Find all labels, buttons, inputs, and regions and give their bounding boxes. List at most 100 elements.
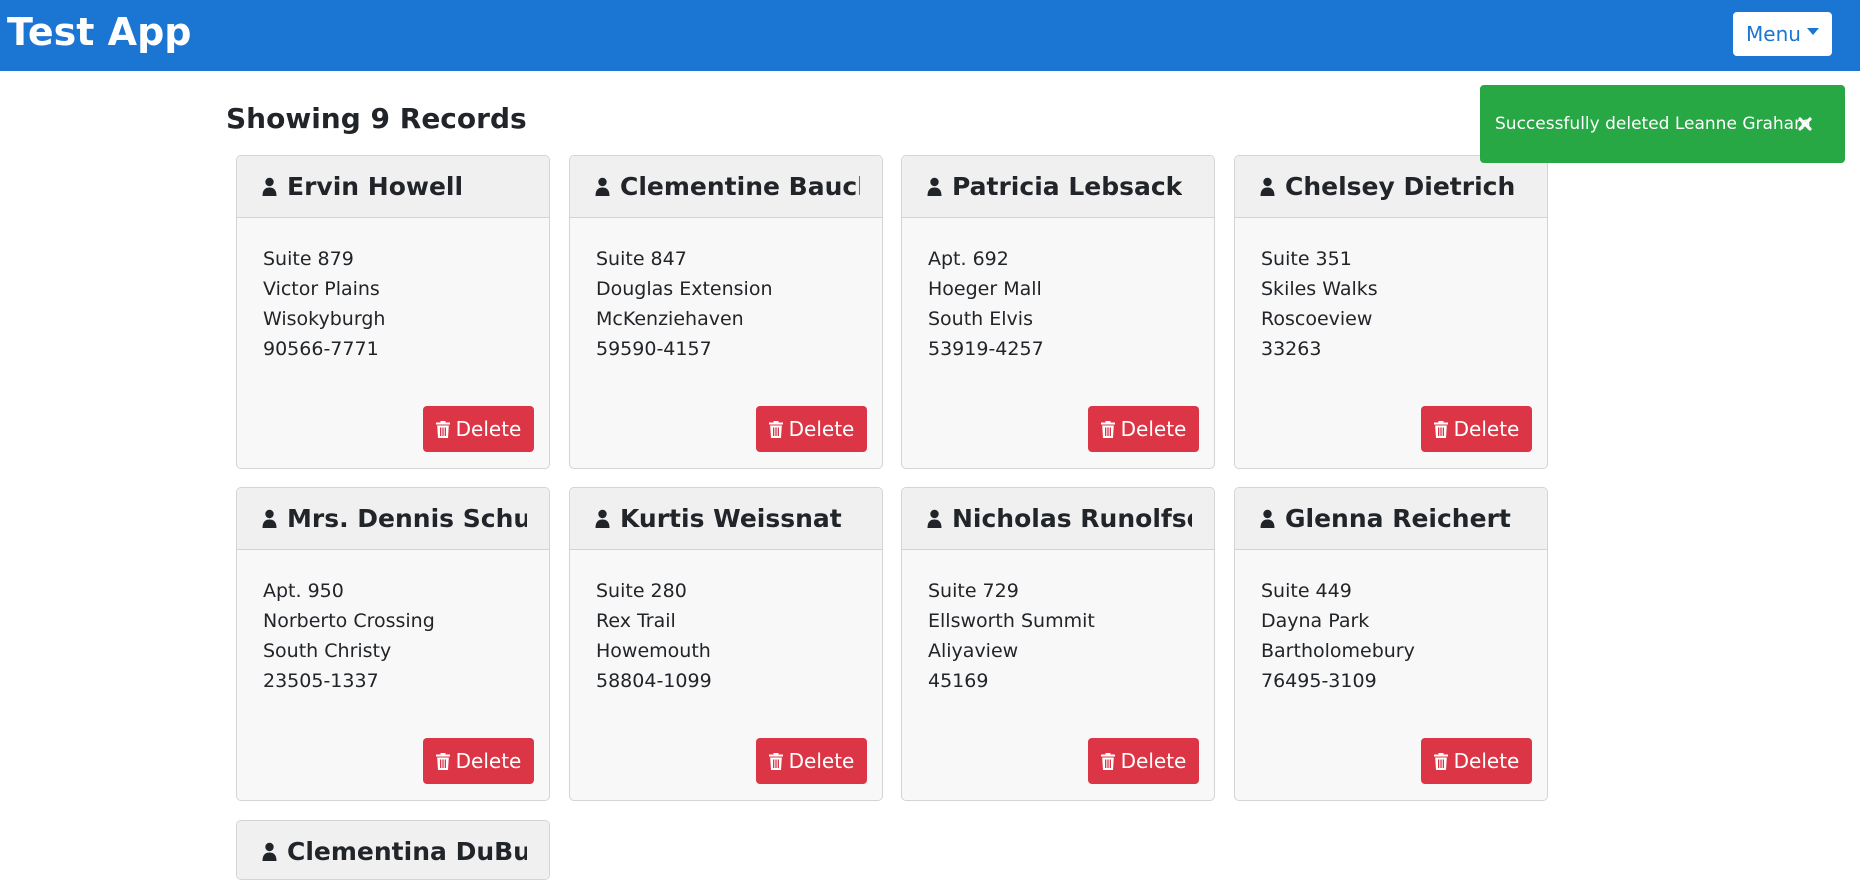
delete-button[interactable]: Delete [1088,738,1199,784]
address-suite: Suite 351 [1261,248,1352,270]
record-card: Mrs. Dennis Schulist Apt. 950 Norberto C… [236,487,550,801]
record-card: Clementina DuBuq... [236,820,550,880]
record-card: Glenna Reichert Suite 449 Dayna Park Bar… [1234,487,1548,801]
trash-icon [1100,420,1115,438]
address-city: South Christy [263,640,392,662]
user-icon [262,177,277,197]
delete-button[interactable]: Delete [1088,406,1199,452]
record-card: Nicholas Runolfsd... Suite 729 Ellsworth… [901,487,1215,801]
menu-label: Menu [1746,22,1801,46]
address-zip: 90566-7771 [263,338,379,360]
trash-icon [768,420,783,438]
card-header: Clementina DuBuq... [237,821,549,879]
trash-icon [1433,420,1448,438]
address-suite: Apt. 950 [263,580,344,602]
delete-button[interactable]: Delete [756,738,867,784]
address-zip: 59590-4157 [596,338,712,360]
card-name: Chelsey Dietrich [1285,171,1516,201]
page-title: Showing 9 Records [226,102,527,135]
address-zip: 76495-3109 [1261,670,1377,692]
delete-label: Delete [1120,417,1187,441]
record-card: Ervin Howell Suite 879 Victor Plains Wis… [236,155,550,469]
address-suite: Suite 879 [263,248,354,270]
delete-label: Delete [788,749,855,773]
trash-icon [1100,752,1115,770]
address-zip: 33263 [1261,338,1322,360]
address-street: Dayna Park [1261,610,1370,632]
card-name: Mrs. Dennis Schulist [287,503,527,533]
card-body: Suite 449 Dayna Park Bartholomebury 7649… [1235,550,1547,696]
card-body: Apt. 692 Hoeger Mall South Elvis 53919-4… [902,218,1214,364]
trash-icon [435,420,450,438]
card-body: Suite 847 Douglas Extension McKenziehave… [570,218,882,364]
user-icon [262,509,277,529]
address-city: Howemouth [596,640,711,662]
record-card: Chelsey Dietrich Suite 351 Skiles Walks … [1234,155,1548,469]
delete-label: Delete [1453,417,1520,441]
address-zip: 53919-4257 [928,338,1044,360]
delete-label: Delete [455,749,522,773]
delete-button[interactable]: Delete [756,406,867,452]
card-name: Kurtis Weissnat [620,503,842,533]
address-city: Aliyaview [928,640,1019,662]
address-street: Rex Trail [596,610,676,632]
address-street: Norberto Crossing [263,610,435,632]
card-header: Nicholas Runolfsd... [902,488,1214,550]
address-zip: 23505-1337 [263,670,379,692]
address-street: Hoeger Mall [928,278,1042,300]
card-body: Suite 729 Ellsworth Summit Aliyaview 451… [902,550,1214,696]
user-icon [262,842,277,862]
address-city: South Elvis [928,308,1033,330]
trash-icon [768,752,783,770]
card-name: Patricia Lebsack [952,171,1183,201]
toast-message: Successfully deleted Leanne Graham [1495,114,1811,134]
delete-label: Delete [1120,749,1187,773]
card-name: Ervin Howell [287,171,464,201]
delete-button[interactable]: Delete [1421,406,1532,452]
record-card: Clementine Bauch Suite 847 Douglas Exten… [569,155,883,469]
menu-dropdown-button[interactable]: Menu [1733,12,1832,56]
user-icon [927,509,942,529]
address-suite: Suite 847 [596,248,687,270]
card-header: Chelsey Dietrich [1235,156,1547,218]
delete-button[interactable]: Delete [423,738,534,784]
address-street: Victor Plains [263,278,380,300]
address-city: Wisokyburgh [263,308,386,330]
address-zip: 45169 [928,670,989,692]
card-name: Nicholas Runolfsd... [952,503,1192,533]
card-body: Suite 351 Skiles Walks Roscoeview 33263 [1235,218,1547,364]
address-street: Ellsworth Summit [928,610,1095,632]
address-zip: 58804-1099 [596,670,712,692]
delete-button[interactable]: Delete [423,406,534,452]
close-icon[interactable] [1794,113,1816,135]
address-suite: Suite 449 [1261,580,1352,602]
address-city: Bartholomebury [1261,640,1415,662]
address-suite: Suite 280 [596,580,687,602]
delete-label: Delete [455,417,522,441]
card-header: Patricia Lebsack [902,156,1214,218]
address-suite: Apt. 692 [928,248,1009,270]
card-header: Glenna Reichert [1235,488,1547,550]
card-header: Kurtis Weissnat [570,488,882,550]
card-header: Mrs. Dennis Schulist [237,488,549,550]
card-name: Clementine Bauch [620,171,860,201]
delete-label: Delete [788,417,855,441]
user-icon [1260,509,1275,529]
success-toast: Successfully deleted Leanne Graham [1480,85,1845,163]
address-street: Douglas Extension [596,278,773,300]
trash-icon [435,752,450,770]
record-card: Patricia Lebsack Apt. 692 Hoeger Mall So… [901,155,1215,469]
card-body: Apt. 950 Norberto Crossing South Christy… [237,550,549,696]
user-icon [595,177,610,197]
card-name: Glenna Reichert [1285,503,1511,533]
address-city: Roscoeview [1261,308,1373,330]
delete-label: Delete [1453,749,1520,773]
delete-button[interactable]: Delete [1421,738,1532,784]
card-header: Ervin Howell [237,156,549,218]
address-suite: Suite 729 [928,580,1019,602]
address-street: Skiles Walks [1261,278,1378,300]
user-icon [927,177,942,197]
caret-down-icon [1806,27,1819,35]
user-icon [595,509,610,529]
top-navbar: Test App Menu [0,0,1860,71]
